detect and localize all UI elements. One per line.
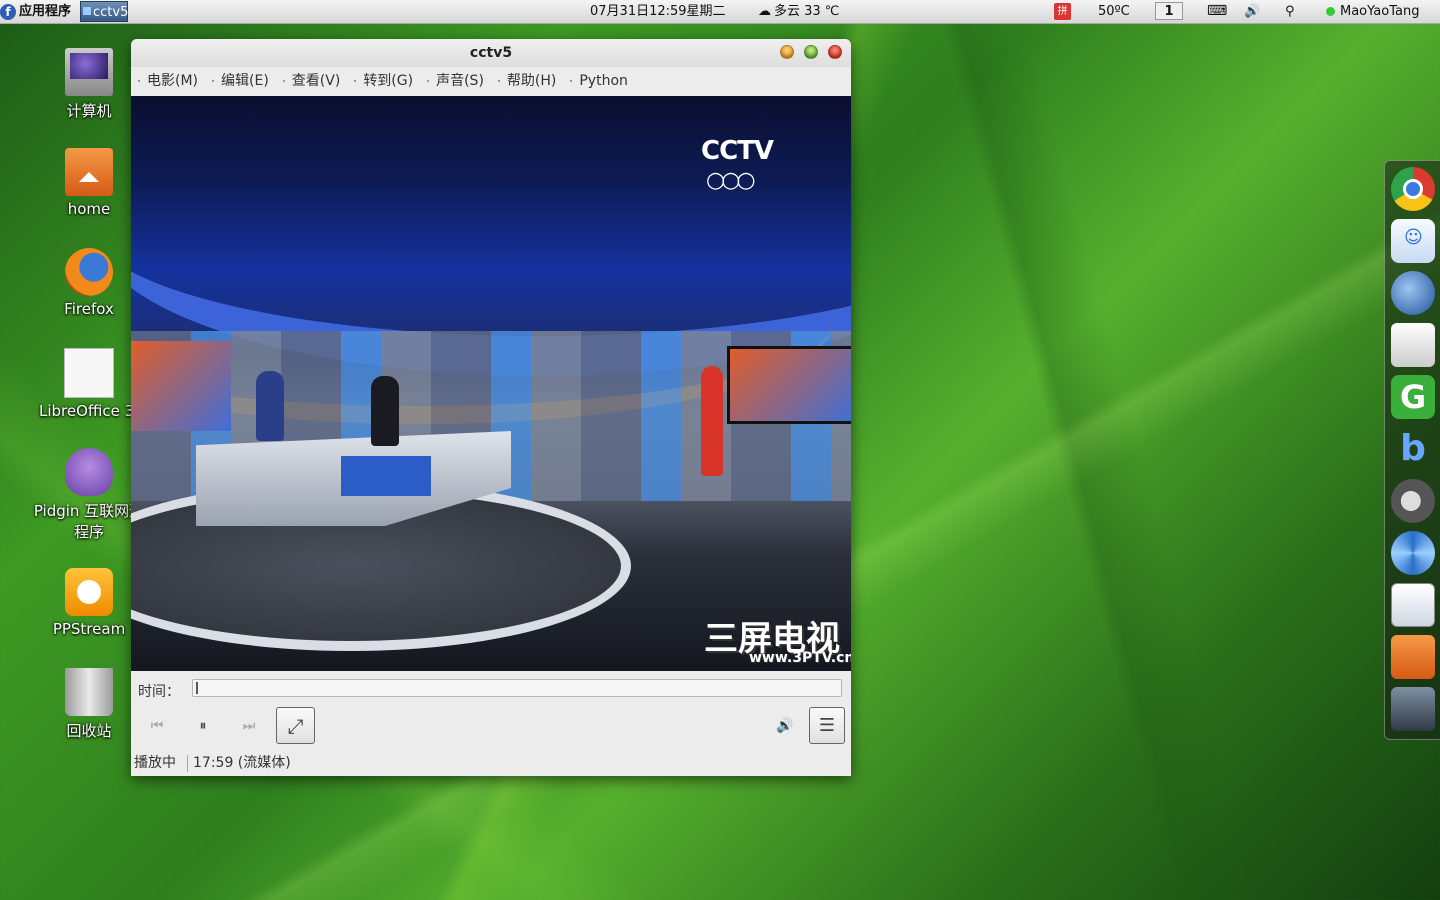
thunderbird-icon[interactable]	[1391, 271, 1435, 315]
computer-icon	[65, 48, 113, 96]
user-menu[interactable]: MaoYaoTang	[1326, 0, 1419, 23]
online-status-icon	[1326, 7, 1335, 16]
status-divider	[187, 755, 188, 772]
top-panel: f 应用程序 cctv5 07月31日12:59星期二 ☁ 多云 33 ℃ 拼 …	[0, 0, 1440, 24]
image-viewer-icon[interactable]	[1391, 583, 1435, 627]
pause-icon[interactable]: ⏸	[187, 710, 219, 742]
playback-controls: ⏮ ⏸ ⏭ ⤢ 🔊 ☰	[131, 706, 851, 746]
network-icon[interactable]: ⚲	[1285, 0, 1295, 23]
news-icon[interactable]	[1391, 323, 1435, 367]
title-bar[interactable]: cctv5	[131, 39, 851, 67]
fullscreen-icon[interactable]: ⤢	[276, 707, 315, 744]
anchor-figure	[371, 376, 399, 446]
menu-python[interactable]: Python	[563, 67, 635, 95]
b-app-icon[interactable]: b	[1391, 427, 1435, 471]
home-folder-icon	[65, 148, 113, 196]
trash-icon	[65, 668, 113, 716]
menu-bar: 电影(M) 编辑(E) 查看(V) 转到(G) 声音(S) 帮助(H) Pyth…	[131, 67, 851, 95]
menu-help[interactable]: 帮助(H)	[491, 67, 563, 95]
dock: G b	[1384, 160, 1440, 740]
olympic-rings: ○○○	[706, 168, 756, 193]
weather-text: 多云 33 ℃	[774, 4, 840, 19]
volume-icon[interactable]: 🔊	[1244, 0, 1260, 23]
firefox-icon	[65, 248, 113, 296]
workspace-switcher[interactable]: 1	[1155, 2, 1183, 20]
menu-go[interactable]: 转到(G)	[347, 67, 420, 95]
fedora-logo-icon: f	[0, 3, 16, 20]
username-label: MaoYaoTang	[1340, 4, 1420, 19]
previous-icon[interactable]: ⏮	[141, 710, 173, 742]
seek-thumb[interactable]	[196, 682, 198, 694]
clock[interactable]: 07月31日12:59星期二	[590, 0, 726, 23]
desk-logo-panel	[341, 456, 431, 496]
studio-screen-left	[131, 341, 231, 431]
next-icon[interactable]: ⏭	[233, 710, 265, 742]
document-icon	[64, 348, 114, 398]
gimp-icon[interactable]	[1391, 479, 1435, 523]
player-window: cctv5 电影(M) 编辑(E) 查看(V) 转到(G) 声音(S) 帮助(H…	[131, 39, 851, 776]
volume-icon[interactable]: 🔊	[769, 710, 801, 742]
cloud-icon: ☁	[758, 4, 771, 19]
studio-screen-right	[727, 346, 851, 424]
weather-applet[interactable]: ☁ 多云 33 ℃	[758, 0, 839, 23]
close-button[interactable]	[828, 45, 842, 59]
playback-status: 播放中	[134, 755, 176, 771]
time-row: 时间：	[131, 675, 851, 703]
pidgin-icon	[65, 448, 113, 496]
applications-menu[interactable]: f 应用程序	[0, 0, 71, 23]
status-bar: 播放中 17:59 (流媒体)	[131, 751, 851, 776]
home-folder-icon[interactable]	[1391, 635, 1435, 679]
input-method-icon[interactable]: 拼	[1054, 3, 1071, 20]
time-label: 时间：	[138, 684, 180, 700]
window-title: cctv5	[469, 45, 513, 61]
applications-menu-label: 应用程序	[19, 4, 72, 19]
cpu-temperature[interactable]: 50ºC	[1098, 0, 1130, 23]
chrome-icon[interactable]	[1391, 167, 1435, 211]
ppstream-icon	[65, 568, 113, 616]
video-area[interactable]: CCTV ○○○ 三屏电视 www.3PTV.cn	[131, 96, 851, 671]
menu-movie[interactable]: 电影(M)	[131, 67, 205, 95]
seek-bar[interactable]	[192, 679, 842, 697]
presenter-figure	[701, 366, 723, 476]
anchor-figure	[256, 371, 284, 441]
sidebar-menu-icon[interactable]: ☰	[809, 707, 845, 744]
camera-app-icon[interactable]	[1391, 687, 1435, 731]
maximize-button[interactable]	[804, 45, 818, 59]
playback-position: 17:59 (流媒体)	[193, 755, 291, 771]
shutter-icon[interactable]	[1391, 531, 1435, 575]
messenger-icon[interactable]	[1391, 219, 1435, 263]
channel-logo: CCTV	[701, 136, 774, 166]
watermark-url: www.3PTV.cn	[749, 650, 851, 666]
menu-sound[interactable]: 声音(S)	[420, 67, 491, 95]
taskbar-window-button[interactable]: cctv5	[80, 1, 128, 22]
minimize-button[interactable]	[780, 45, 794, 59]
menu-edit[interactable]: 编辑(E)	[205, 67, 276, 95]
g-app-icon[interactable]: G	[1391, 375, 1435, 419]
menu-view[interactable]: 查看(V)	[276, 67, 348, 95]
keyboard-icon[interactable]: ⌨	[1207, 0, 1227, 23]
